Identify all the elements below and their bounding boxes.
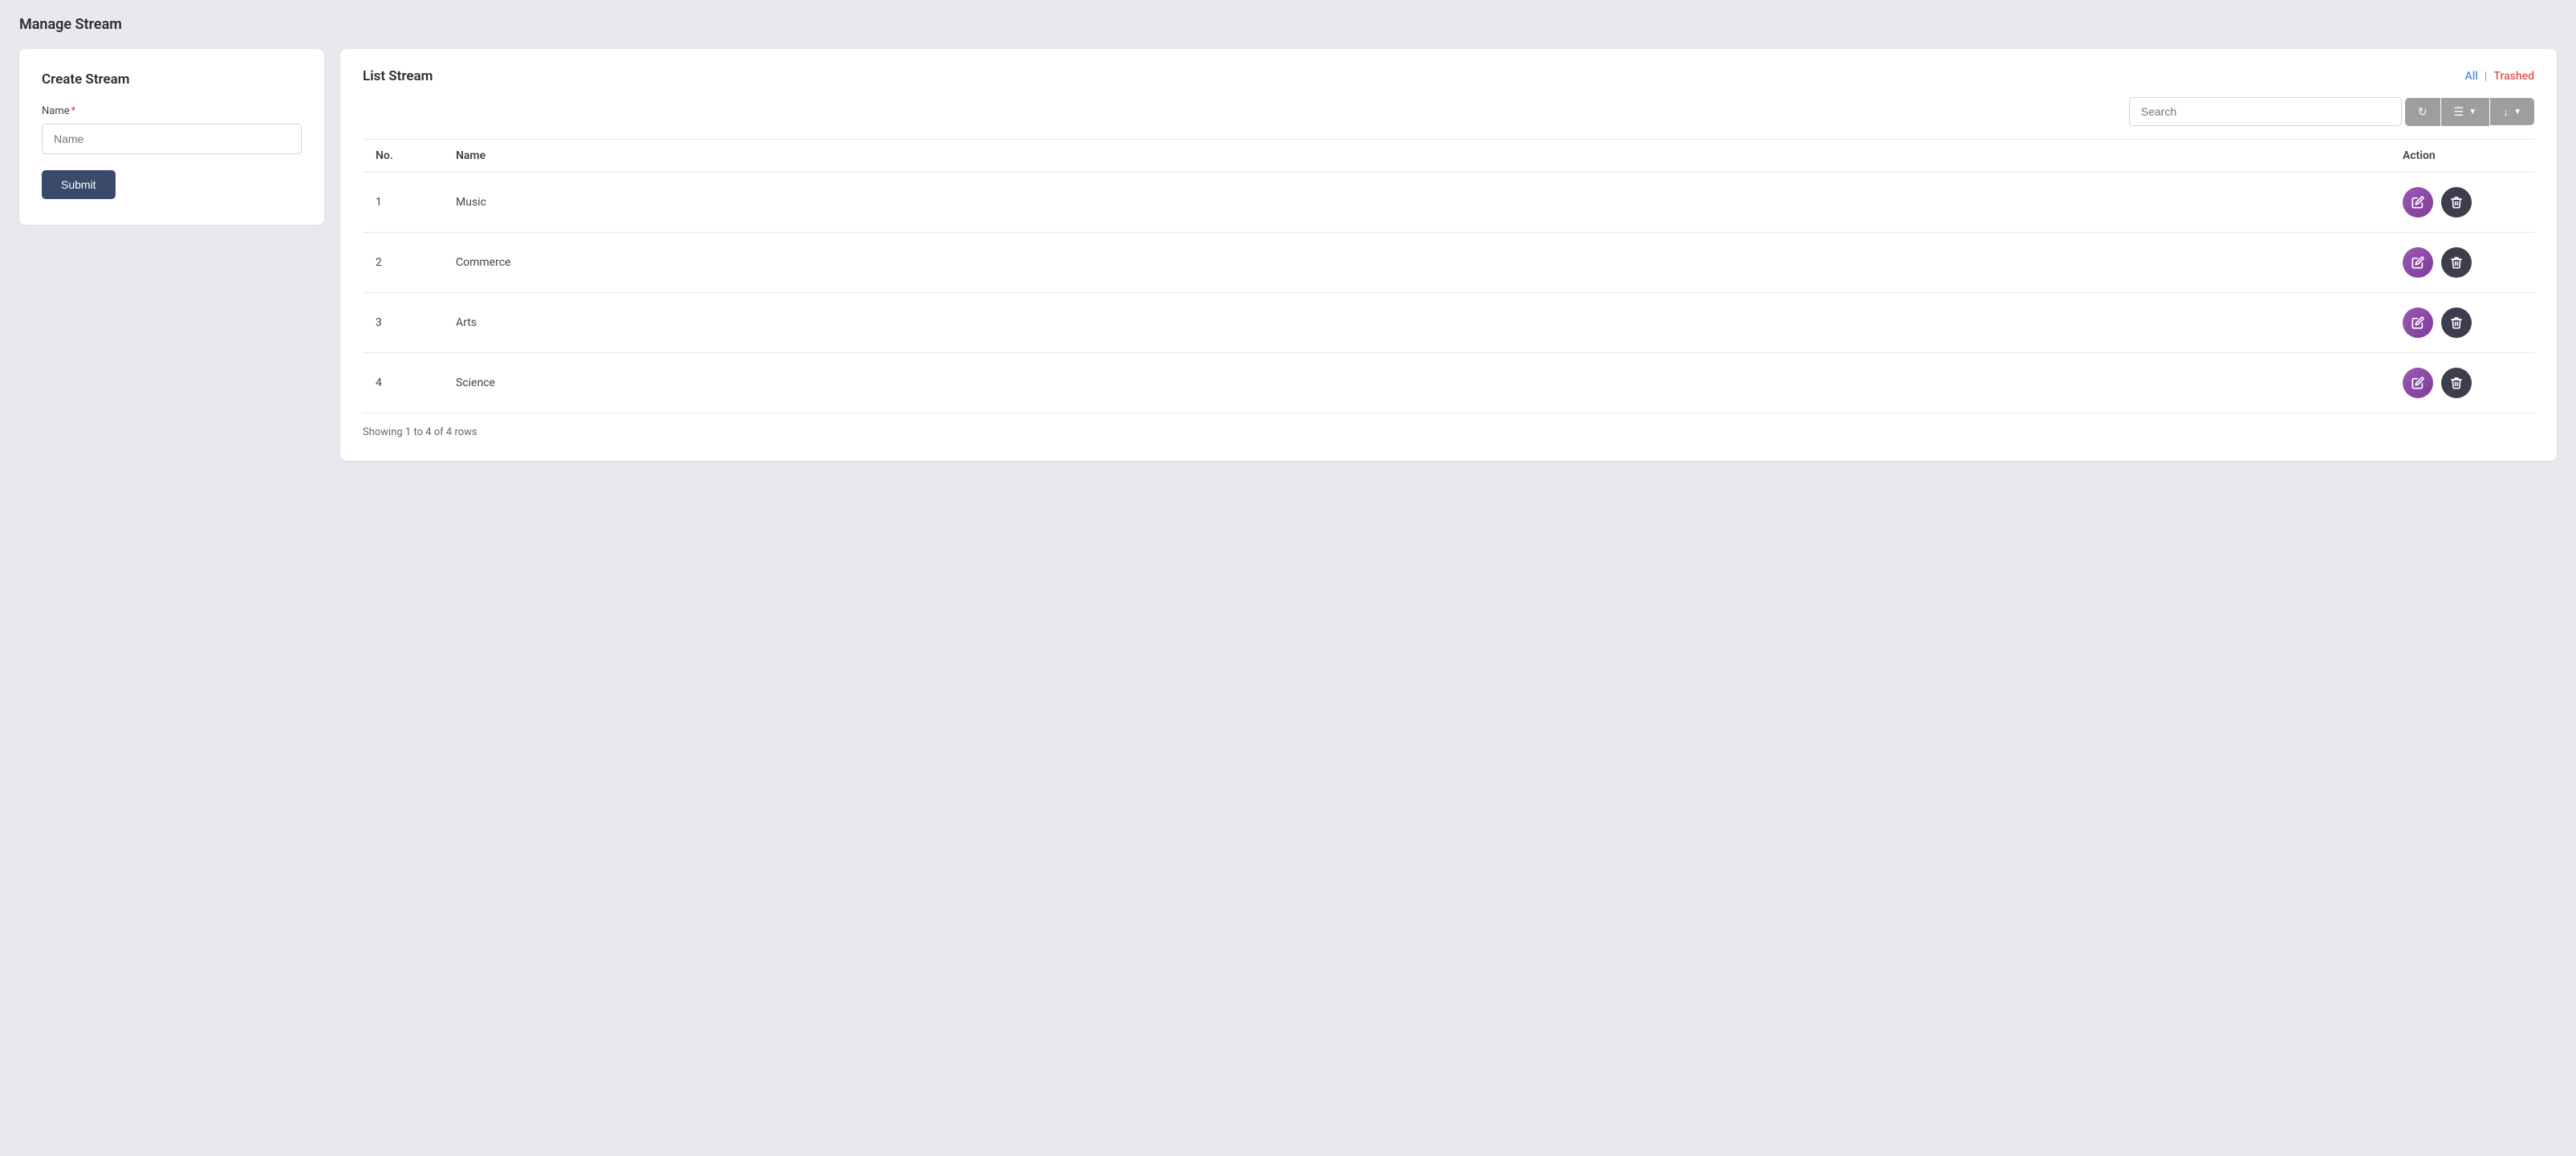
action-buttons [2403,368,2521,398]
edit-button[interactable] [2403,247,2433,278]
cell-name: Science [443,353,2390,413]
create-panel: Create Stream Name* Submit [19,49,324,225]
export-button[interactable]: ↓ ▼ [2490,98,2534,125]
filter-all-link[interactable]: All [2464,70,2477,83]
required-indicator: * [71,105,76,117]
chevron-down-icon: ▼ [2468,108,2476,116]
name-input[interactable] [42,124,302,154]
search-box [2129,97,2402,126]
chevron-down-icon-export: ▼ [2513,108,2521,116]
table-body: 1Music2Commerce3Arts4Science [363,173,2534,413]
col-header-name: Name [443,140,2390,173]
cell-name: Arts [443,293,2390,353]
toolbar: ↻ ☰ ▼ ↓ ▼ [363,97,2534,126]
delete-button[interactable] [2441,307,2472,338]
action-buttons [2403,187,2521,218]
columns-icon: ☰ [2454,105,2464,119]
cell-action [2390,173,2534,233]
cell-action [2390,353,2534,413]
columns-button[interactable]: ☰ ▼ [2441,98,2489,126]
edit-button[interactable] [2403,187,2433,218]
create-stream-form: Name* Submit [42,105,302,199]
cell-action [2390,293,2534,353]
delete-button[interactable] [2441,187,2472,218]
showing-text: Showing 1 to 4 of 4 rows [363,426,2534,438]
create-panel-title: Create Stream [42,71,302,88]
cell-action [2390,233,2534,293]
cell-no: 3 [363,293,443,353]
filter-separator: | [2485,70,2487,83]
cell-no: 2 [363,233,443,293]
cell-no: 4 [363,353,443,413]
main-layout: Create Stream Name* Submit List Stream A… [19,49,2557,461]
table-row: 4Science [363,353,2534,413]
table-row: 1Music [363,173,2534,233]
list-panel: List Stream All | Trashed ↻ ☰ ▼ ↓ ▼ [340,49,2557,461]
search-input[interactable] [2129,97,2402,126]
edit-button[interactable] [2403,307,2433,338]
filter-trashed-link[interactable]: Trashed [2493,70,2534,83]
page-title: Manage Stream [19,16,2557,33]
refresh-icon: ↻ [2418,105,2428,119]
col-header-no: No. [363,140,443,173]
cell-no: 1 [363,173,443,233]
delete-button[interactable] [2441,368,2472,398]
table-row: 2Commerce [363,233,2534,293]
refresh-button[interactable]: ↻ [2405,98,2440,126]
submit-button[interactable]: Submit [42,170,116,199]
action-buttons [2403,247,2521,278]
list-header: List Stream All | Trashed [363,68,2534,84]
cell-name: Music [443,173,2390,233]
col-header-action: Action [2390,140,2534,173]
name-label: Name* [42,105,302,117]
action-buttons [2403,307,2521,338]
delete-button[interactable] [2441,247,2472,278]
cell-name: Commerce [443,233,2390,293]
table-row: 3Arts [363,293,2534,353]
download-icon: ↓ [2503,105,2509,118]
filter-links: All | Trashed [2464,70,2534,83]
data-table: No. Name Action 1Music2Commerce3Arts4Sci… [363,139,2534,413]
table-header-row: No. Name Action [363,140,2534,173]
edit-button[interactable] [2403,368,2433,398]
list-title: List Stream [363,68,433,84]
